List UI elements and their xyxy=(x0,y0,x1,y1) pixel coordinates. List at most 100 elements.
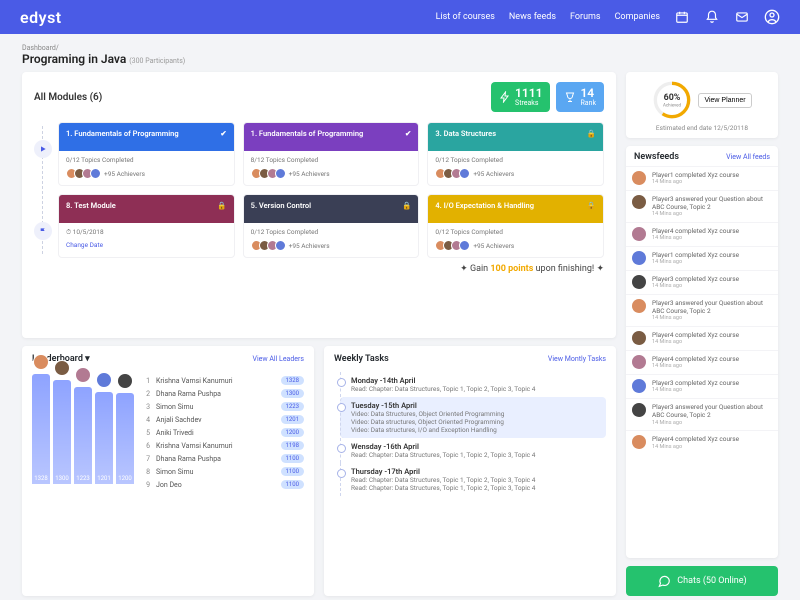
check-icon: ✔ xyxy=(405,129,411,145)
leaderboard-bars: 1328 1300 1223 1201 1200 xyxy=(32,374,134,484)
feed-item[interactable]: Player4 completed Xyz course14 Mins ago xyxy=(626,326,778,350)
module-title: 8. Test Module xyxy=(66,201,116,217)
rank-points: 1223 xyxy=(281,402,305,411)
feed-time: 14 Mins ago xyxy=(652,339,739,346)
breadcrumb[interactable]: Dashboard/ xyxy=(22,44,778,52)
nav-newsfeeds[interactable]: News feeds xyxy=(509,12,556,22)
feed-item[interactable]: Player4 completed Xyz course14 Mins ago xyxy=(626,222,778,246)
feed-item[interactable]: Player3 answered your Question about ABC… xyxy=(626,294,778,326)
calendar-icon[interactable] xyxy=(674,9,690,25)
task-day: Wensday -16th April xyxy=(351,442,606,451)
weekly-tasks-card: Weekly Tasks View Montly Tasks Monday -14… xyxy=(324,346,616,596)
feed-text: Player3 answered your Question about ABC… xyxy=(652,195,772,211)
task-item[interactable]: Thursday -17th AprilRead: Chapter: Data … xyxy=(340,463,606,496)
modules-card: All Modules (6) 1111Streaks 14Rank xyxy=(22,72,616,338)
lock-icon: 🔒 xyxy=(587,201,596,217)
rank-name: Krishna Vamsi Kanumuri xyxy=(156,442,233,450)
feed-time: 14 Mins ago xyxy=(652,259,739,266)
top-bar: edyst List of courses News feeds Forums … xyxy=(0,0,800,34)
rank-num: 2 xyxy=(142,390,150,398)
svg-text:60%: 60% xyxy=(664,93,681,103)
top-nav: List of courses News feeds Forums Compan… xyxy=(436,9,780,25)
rank-row[interactable]: 3Simon Simu1223 xyxy=(142,400,304,413)
module-progress: 0/12 Topics Completed xyxy=(435,228,596,236)
rank-row[interactable]: 1Krishna Vamsi Kanumuri1328 xyxy=(142,374,304,387)
bar-value: 1201 xyxy=(97,475,111,482)
rank-row[interactable]: 6Krishna Vamsi Kanumuri1198 xyxy=(142,439,304,452)
rank-name: Simon Simu xyxy=(156,468,193,476)
rank-row[interactable]: 9Jon Deo1100 xyxy=(142,478,304,491)
nav-forums[interactable]: Forums xyxy=(570,12,601,22)
rank-points: 1100 xyxy=(281,467,305,476)
profile-icon[interactable] xyxy=(764,9,780,25)
task-day: Monday -14th April xyxy=(351,376,606,385)
feed-item[interactable]: Player3 answered your Question about ABC… xyxy=(626,190,778,222)
task-item[interactable]: Tuesday -15th AprilVideo: Data Structure… xyxy=(340,397,606,438)
chat-label: Chats (50 Online) xyxy=(677,576,746,586)
module-card[interactable]: 5. Version Control🔒 0/12 Topics Complete… xyxy=(243,194,420,258)
feed-text: Player4 completed Xyz course xyxy=(652,227,739,235)
view-all-leaders-link[interactable]: View All Leaders xyxy=(252,355,304,363)
view-all-feeds-link[interactable]: View All feeds xyxy=(726,153,770,161)
feed-text: Player1 completed Xyz course xyxy=(652,251,739,259)
nav-companies[interactable]: Companies xyxy=(615,12,660,22)
feed-text: Player4 completed Xyz course xyxy=(652,355,739,363)
avatar xyxy=(96,372,112,388)
avatar xyxy=(632,379,646,393)
bell-icon[interactable] xyxy=(704,9,720,25)
view-monthly-link[interactable]: View Montly Tasks xyxy=(548,355,606,363)
brand-logo[interactable]: edyst xyxy=(20,8,62,27)
progress-ring-icon: 60%Achieved xyxy=(652,80,692,120)
module-progress: 0/12 Topics Completed xyxy=(251,228,412,236)
avatar xyxy=(632,355,646,369)
change-date-link[interactable]: Change Date xyxy=(66,241,103,249)
rank-points: 1100 xyxy=(281,454,305,463)
task-item[interactable]: Monday -14th AprilRead: Chapter: Data St… xyxy=(340,372,606,397)
rank-num: 7 xyxy=(142,455,150,463)
rank-name: Simon Simu xyxy=(156,403,193,411)
feed-item[interactable]: Player3 completed Xyz course14 Mins ago xyxy=(626,374,778,398)
gain-text: ✦ Gain 100 points upon finishing! ✦ xyxy=(34,264,604,274)
module-card[interactable]: 3. Data Structures🔒 0/12 Topics Complete… xyxy=(427,122,604,186)
flag-icon xyxy=(34,222,52,240)
feed-time: 14 Mins ago xyxy=(652,235,739,242)
rank-row[interactable]: 4Anjali Sachdev1201 xyxy=(142,413,304,426)
avatar xyxy=(632,275,646,289)
svg-text:Achieved: Achieved xyxy=(663,103,682,109)
chat-button[interactable]: Chats (50 Online) xyxy=(626,566,778,596)
rank-num: 5 xyxy=(142,429,150,437)
nav-courses[interactable]: List of courses xyxy=(436,12,495,22)
avatar xyxy=(632,195,646,209)
module-card[interactable]: 4. I/O Expectation & Handling🔒 0/12 Topi… xyxy=(427,194,604,258)
module-card[interactable]: 8. Test Module🔒 ⏱ 10/5/2018Change Date xyxy=(58,194,235,258)
feed-item[interactable]: Player4 completed Xyz course14 Mins ago xyxy=(626,350,778,374)
feed-item[interactable]: Player4 completed Xyz course14 Mins ago xyxy=(626,430,778,454)
lock-icon: 🔒 xyxy=(587,129,596,145)
weekly-title: Weekly Tasks xyxy=(334,354,389,364)
module-card[interactable]: 1. Fundamentals of Programming✔ 0/12 Top… xyxy=(58,122,235,186)
feed-item[interactable]: Player3 completed Xyz course14 Mins ago xyxy=(626,270,778,294)
feed-time: 14 Mins ago xyxy=(652,387,739,394)
streaks-pill[interactable]: 1111Streaks xyxy=(491,82,550,112)
feed-item[interactable]: Player1 completed Xyz course14 Mins ago xyxy=(626,246,778,270)
rank-points: 1198 xyxy=(281,441,305,450)
task-item[interactable]: Wensday -16th AprilRead: Chapter: Data S… xyxy=(340,438,606,463)
module-title: 1. Fundamentals of Programming xyxy=(66,129,179,145)
rank-name: Dhana Rama Pushpa xyxy=(156,390,221,398)
feed-item[interactable]: Player1 completed Xyz course14 Mins ago xyxy=(626,166,778,190)
sparkle-icon: ✦ xyxy=(594,264,604,274)
rank-row[interactable]: 7Dhana Rama Pushpa1100 xyxy=(142,452,304,465)
rank-name: Krishna Vamsi Kanumuri xyxy=(156,377,233,385)
rank-row[interactable]: 8Simon Simu1100 xyxy=(142,465,304,478)
rank-points: 1328 xyxy=(281,376,305,385)
rank-row[interactable]: 2Dhana Rama Pushpa1300 xyxy=(142,387,304,400)
module-title: 1. Fundamentals of Programming xyxy=(251,129,364,145)
module-card[interactable]: 1. Fundamentals of Programming✔ 8/12 Top… xyxy=(243,122,420,186)
view-planner-button[interactable]: View Planner xyxy=(698,93,751,108)
rank-row[interactable]: 5Aniki Trivedi1200 xyxy=(142,426,304,439)
mail-icon[interactable] xyxy=(734,9,750,25)
rank-pill[interactable]: 14Rank xyxy=(556,82,604,112)
rank-points: 1200 xyxy=(281,428,305,437)
feed-item[interactable]: Player3 answered your Question about ABC… xyxy=(626,398,778,430)
avatar xyxy=(54,360,70,376)
